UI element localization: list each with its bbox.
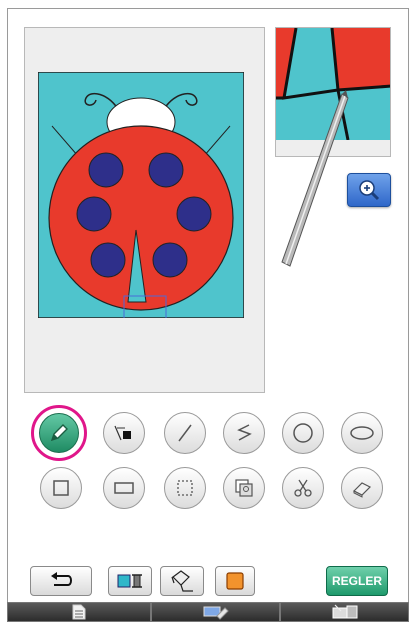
machine-icon [332, 604, 357, 619]
polyline-icon [237, 424, 252, 441]
zoom-preview [275, 27, 391, 157]
select-area-tool[interactable] [164, 467, 206, 509]
straight-line-tool[interactable] [164, 412, 206, 454]
stamp-tool[interactable] [223, 467, 265, 509]
eraser-tool[interactable] [341, 467, 383, 509]
undo-button[interactable] [30, 566, 92, 596]
tab-document[interactable] [7, 602, 151, 622]
fill-button[interactable] [160, 566, 204, 596]
line-color-button[interactable] [108, 566, 152, 596]
ellipse-tool[interactable] [341, 412, 383, 454]
region-color-icon [226, 572, 244, 590]
dotted-rectangle-icon [177, 480, 193, 496]
cut-tool[interactable] [282, 467, 324, 509]
tab-layers[interactable] [151, 602, 280, 622]
circle-tool[interactable] [282, 412, 324, 454]
zoom-button[interactable] [347, 173, 391, 207]
magnifier-plus-icon [359, 180, 380, 201]
pencil-icon [50, 424, 68, 442]
ellipse-icon [350, 426, 374, 440]
rectangle-tool[interactable] [103, 467, 145, 509]
pencil-tool[interactable] [31, 405, 87, 461]
paint-bucket-icon [171, 570, 193, 592]
regler-button[interactable]: REGLER [326, 566, 388, 596]
line-icon [178, 424, 192, 442]
layers-icon [203, 606, 229, 620]
circle-icon [293, 423, 313, 443]
region-color-button[interactable] [215, 566, 255, 596]
tab-machine[interactable] [280, 602, 409, 622]
scissors-icon [294, 479, 312, 497]
eraser-icon [352, 482, 372, 498]
square-icon [53, 480, 69, 496]
rectangle-icon [114, 482, 134, 494]
square-tool[interactable] [40, 467, 82, 509]
stamp-icon [235, 479, 253, 497]
document-icon [72, 604, 86, 620]
ladybug-drawing [38, 72, 244, 318]
zigzag-line-tool[interactable] [223, 412, 265, 454]
line-color-icon [117, 574, 142, 588]
line-fill-icon [114, 425, 131, 441]
line-style-tool[interactable] [103, 412, 145, 454]
undo-icon [51, 572, 72, 586]
